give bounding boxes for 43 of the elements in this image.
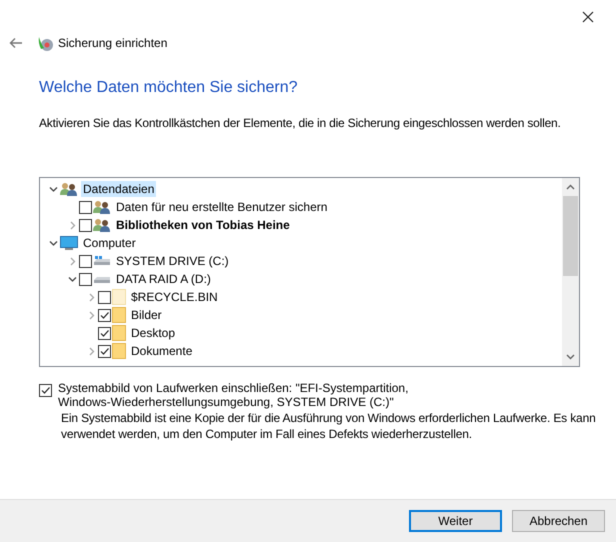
next-button[interactable]: Weiter	[409, 510, 502, 532]
checkbox[interactable]	[79, 218, 92, 232]
tree-item[interactable]: Bibliotheken von Tobias Heine	[114, 217, 292, 233]
tree-item[interactable]: Dokumente	[129, 343, 194, 359]
folder-icon	[112, 307, 126, 323]
cancel-button[interactable]: Abbrechen	[512, 510, 605, 532]
expand-chevron-icon[interactable]	[68, 274, 76, 284]
page-heading: Welche Daten möchten Sie sichern?	[39, 79, 299, 97]
folder-icon	[112, 343, 126, 359]
checkbox[interactable]	[79, 200, 92, 214]
tree-item[interactable]: Bilder	[129, 307, 164, 323]
checkbox-label[interactable]: Systemabbild von Laufwerken einschließen: "EFI-Systempartition, Windows-Wiederherstellungsumgebung, SYSTEM DRIVE (C:)"	[58, 381, 433, 409]
instruction-text: Aktivieren Sie das Kontrollkästchen der Elemente, die in die Sicherung eingeschlossen werden sollen.	[39, 116, 562, 130]
folder-icon	[112, 289, 126, 305]
checkbox[interactable]	[39, 384, 52, 397]
checkbox[interactable]	[98, 308, 111, 322]
folder-icon	[112, 325, 126, 341]
scroll-down-icon[interactable]	[566, 354, 575, 360]
checkbox[interactable]	[98, 290, 111, 304]
window-title: Sicherung einrichten	[58, 36, 168, 50]
expand-chevron-icon[interactable]	[48, 238, 58, 248]
scroll-up-icon[interactable]	[566, 184, 575, 190]
tree-item[interactable]: $RECYCLE.BIN	[129, 289, 220, 305]
tree-item[interactable]: DATA RAID A (D:)	[114, 271, 213, 287]
users-icon	[93, 200, 111, 214]
tree-item[interactable]: Datendateien	[81, 181, 156, 197]
checkbox[interactable]	[98, 344, 111, 358]
back-arrow-icon[interactable]	[9, 37, 23, 49]
expand-chevron-icon[interactable]	[48, 184, 58, 194]
checkbox[interactable]	[79, 254, 92, 268]
vertical-scrollbar[interactable]	[562, 178, 579, 366]
tree-item[interactable]: Desktop	[129, 325, 178, 341]
users-icon	[60, 182, 78, 196]
checkbox[interactable]	[79, 272, 92, 286]
description-text: Ein Systemabbild ist eine Kopie der für die Ausführung von Windows erforderlichen Laufwerke. Es kann verwendet werden, um den Computer im Fall eines Defekts wiederherzustellen.	[61, 410, 597, 442]
checkbox[interactable]	[98, 326, 111, 340]
drive-icon	[93, 255, 111, 267]
close-icon[interactable]	[582, 11, 594, 23]
tree-item[interactable]: SYSTEM DRIVE (C:)	[114, 253, 231, 269]
monitor-icon	[60, 236, 78, 250]
tree-item[interactable]: Computer	[81, 235, 138, 251]
users-icon	[93, 218, 111, 232]
tree-item[interactable]: Daten für neu erstellte Benutzer sichern	[114, 199, 330, 215]
